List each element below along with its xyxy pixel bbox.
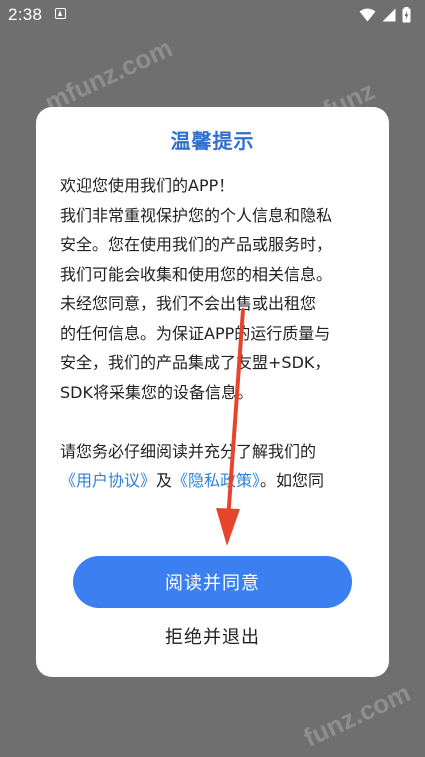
conjunction-text: 及 [156,471,173,490]
status-bar: 2:38 [0,0,425,30]
body-line: 请您务必仔细阅读并充分了解我们的 [60,441,317,461]
body-line-links: 《用户协议》及《隐私政策》。如您同 [60,466,370,496]
privacy-dialog: 温馨提示 欢迎您使用我们的APP！ 我们非常重视保护您的个人信息和隐私 安全。您… [36,107,389,677]
body-line: 的任何信息。为保证APP的运行质量与 [60,323,331,343]
body-line: 我们非常重视保护您的个人信息和隐私 [60,205,333,225]
body-line: SDK将采集您的设备信息。 [60,382,253,402]
agree-button[interactable]: 阅读并同意 [73,556,352,608]
status-icons [359,6,411,24]
dialog-title: 温馨提示 [170,129,255,153]
watermark: mfunz.com [39,32,177,118]
body-line: 欢迎您使用我们的APP！ [60,176,235,195]
body-line: 未经您同意，我们不会出售或出租您 [60,294,317,313]
status-time: 2:38 [8,5,43,24]
notification-icon [55,8,66,19]
privacy-policy-link[interactable]: 《隐私政策》 [172,471,260,490]
battery-charging-icon [402,7,411,23]
body-line: 安全，我们的产品集成了友盟+SDK， [60,353,331,372]
body-line: 我们可能会收集和使用您的相关信息。 [60,264,333,284]
wifi-icon [359,8,376,22]
reject-button[interactable]: 拒绝并退出 [36,619,389,653]
watermark: funz.com [298,677,415,753]
body-tail-text: 。如您同 [260,471,325,490]
user-agreement-link[interactable]: 《用户协议》 [60,471,156,490]
dialog-body[interactable]: 欢迎您使用我们的APP！ 我们非常重视保护您的个人信息和隐私 安全。您在使用我们… [60,171,370,531]
signal-icon [382,8,396,22]
body-line: 安全。您在使用我们的产品或服务时， [60,235,333,254]
